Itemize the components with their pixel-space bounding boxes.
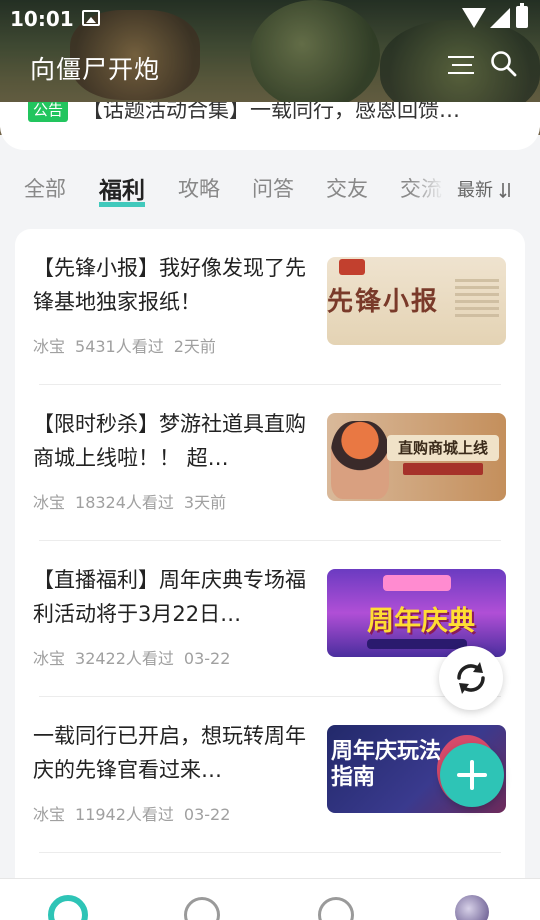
announcement-bar[interactable]: 公告 【话题活动合集】一载同行，感恩回馈… bbox=[0, 102, 540, 150]
refresh-icon bbox=[457, 662, 485, 694]
tab-qa[interactable]: 问答 bbox=[252, 173, 294, 203]
list-item[interactable]: 【先锋小报】我好像发现了先锋基地独家报纸！ 冰宝 5431人看过 2天前 先锋小报 bbox=[15, 229, 525, 385]
tab-welfare[interactable]: 福利 bbox=[99, 171, 145, 207]
wifi-icon bbox=[462, 8, 486, 28]
status-time: 10:01 bbox=[10, 7, 74, 31]
post-time: 2天前 bbox=[173, 337, 216, 356]
status-bar: 10:01 bbox=[0, 0, 540, 38]
tab-friends[interactable]: 交友 bbox=[326, 173, 368, 203]
category-tabs: 全部 福利 攻略 问答 交友 交流 最新 bbox=[0, 165, 540, 215]
post-title[interactable]: 【先锋小报】我好像发现了先锋基地独家报纸！ bbox=[33, 251, 315, 319]
list-icon[interactable] bbox=[318, 897, 354, 920]
bottom-nav bbox=[0, 878, 540, 920]
post-author: 冰宝 bbox=[33, 805, 66, 824]
list-item[interactable]: 【限时秒杀】梦游社道具直购商城上线啦！！ 超… 冰宝 18324人看过 3天前 直购… bbox=[15, 385, 525, 541]
image-notification-icon bbox=[82, 10, 100, 26]
refresh-button[interactable] bbox=[439, 646, 503, 710]
announcement-text[interactable]: 【话题活动合集】一载同行，感恩回馈… bbox=[82, 102, 460, 124]
post-author: 冰宝 bbox=[33, 493, 66, 512]
announcement-tag: 公告 bbox=[28, 102, 69, 122]
post-thumbnail[interactable]: 先锋小报 bbox=[327, 257, 506, 345]
tab-all[interactable]: 全部 bbox=[24, 173, 66, 203]
post-time: 3天前 bbox=[183, 493, 227, 512]
post-list: 【先锋小报】我好像发现了先锋基地独家报纸！ 冰宝 5431人看过 2天前 先锋小报 … bbox=[15, 229, 525, 920]
avatar[interactable] bbox=[455, 895, 489, 920]
sort-icon bbox=[499, 183, 510, 199]
post-meta: 冰宝 5431人看过 2天前 bbox=[33, 333, 226, 357]
explore-icon[interactable] bbox=[184, 897, 220, 920]
post-title[interactable]: 【限时秒杀】梦游社道具直购商城上线啦！！ 超… bbox=[33, 407, 315, 475]
post-author: 冰宝 bbox=[33, 649, 66, 668]
post-thumbnail[interactable]: 直购商城上线 bbox=[327, 413, 506, 501]
post-meta: 冰宝 11942人看过 03-22 bbox=[33, 801, 240, 825]
post-views: 32422人看过 bbox=[75, 649, 174, 668]
post-meta: 冰宝 18324人看过 3天前 bbox=[33, 489, 236, 513]
post-views: 5431人看过 bbox=[75, 337, 164, 356]
post-thumbnail[interactable]: 周年庆典 bbox=[327, 569, 506, 657]
tab-guide[interactable]: 攻略 bbox=[178, 173, 220, 203]
post-time: 03-22 bbox=[183, 649, 231, 668]
add-post-button[interactable] bbox=[440, 743, 504, 807]
post-title[interactable]: 【直播福利】周年庆典专场福利活动将于3月22日… bbox=[33, 563, 315, 631]
battery-icon bbox=[516, 3, 528, 28]
post-title[interactable]: 一载同行已开启，想玩转周年庆的先锋官看过来… bbox=[33, 719, 315, 787]
signal-icon bbox=[490, 8, 510, 28]
post-meta: 冰宝 32422人看过 03-22 bbox=[33, 645, 240, 669]
post-author: 冰宝 bbox=[33, 337, 66, 356]
menu-icon[interactable] bbox=[448, 54, 474, 76]
page-title: 向僵尸开炮 bbox=[30, 55, 161, 84]
sort-button[interactable]: 最新 bbox=[457, 176, 513, 202]
home-icon[interactable] bbox=[48, 895, 88, 920]
search-icon[interactable] bbox=[490, 50, 518, 78]
post-views: 18324人看过 bbox=[75, 493, 174, 512]
post-time: 03-22 bbox=[183, 805, 231, 824]
post-views: 11942人看过 bbox=[75, 805, 174, 824]
